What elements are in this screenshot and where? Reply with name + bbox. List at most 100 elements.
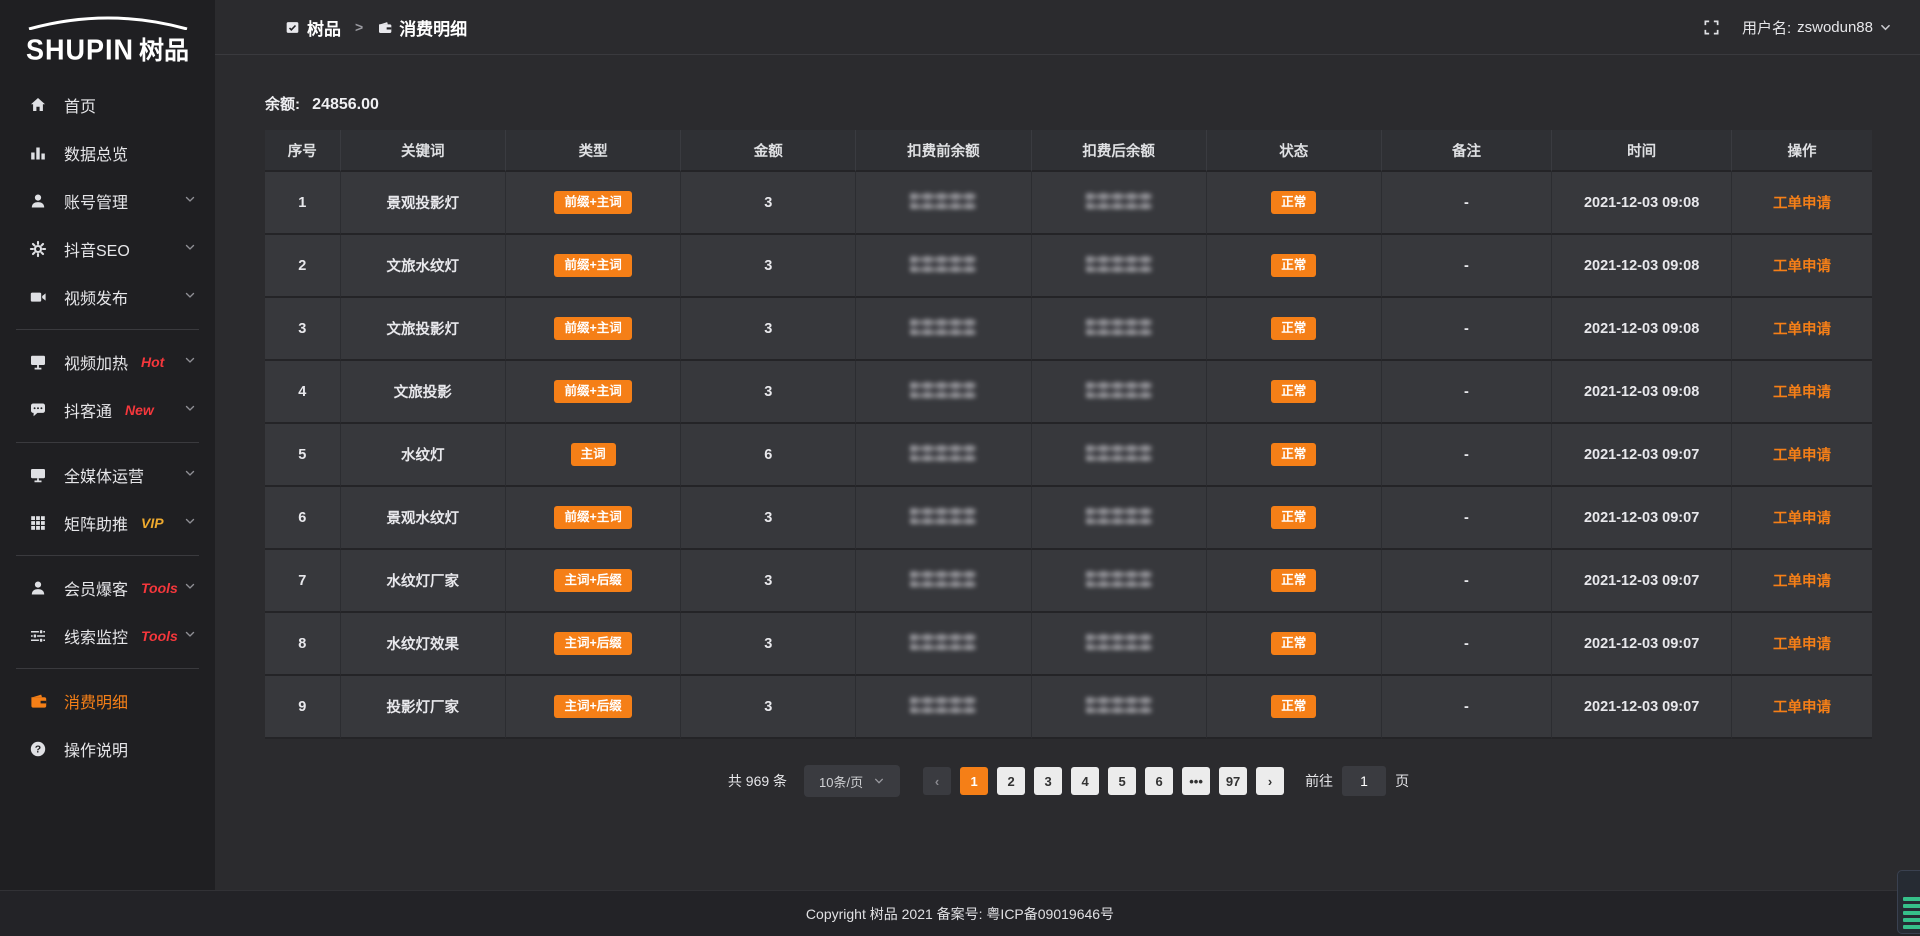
- cell-note: -: [1382, 235, 1552, 298]
- page-button-1[interactable]: 1: [960, 767, 988, 795]
- cell-status: 正常: [1207, 172, 1382, 235]
- fullscreen-button[interactable]: [1703, 19, 1720, 36]
- cell-time: 2021-12-03 09:07: [1552, 550, 1732, 613]
- cell-note: -: [1382, 550, 1552, 613]
- ticket-request-link[interactable]: 工单申请: [1773, 196, 1831, 212]
- floating-widget[interactable]: [1897, 870, 1920, 934]
- ticket-request-link[interactable]: 工单申请: [1773, 385, 1831, 401]
- column-header: 扣费前余额: [856, 130, 1031, 172]
- sidebar-item-video[interactable]: 视频发布: [0, 273, 215, 321]
- ticket-request-link[interactable]: 工单申请: [1773, 259, 1831, 275]
- cell-pre-balance: [856, 172, 1031, 235]
- ticket-request-link[interactable]: 工单申请: [1773, 511, 1831, 527]
- gear-icon: [28, 239, 48, 259]
- menu-tag: New: [125, 402, 154, 418]
- ticket-request-link[interactable]: 工单申请: [1773, 637, 1831, 653]
- username-label: 用户名:: [1742, 17, 1791, 38]
- breadcrumb-current[interactable]: 消费明细: [377, 15, 467, 40]
- page-size-select[interactable]: 10条/页: [804, 765, 900, 797]
- cell-post-balance: [1032, 235, 1207, 298]
- sidebar-item-chat[interactable]: 抖客通 New: [0, 386, 215, 434]
- cell-status: 正常: [1207, 361, 1382, 424]
- page-button-2[interactable]: 2: [997, 767, 1025, 795]
- cell-type: 前缀+主词: [506, 361, 681, 424]
- sidebar-item-label: 首页: [64, 93, 96, 117]
- question-icon: ?: [28, 739, 48, 759]
- cell-type: 主词+后缀: [506, 550, 681, 613]
- sidebar-item-chart[interactable]: 数据总览: [0, 129, 215, 177]
- cell-post-balance: [1032, 550, 1207, 613]
- page-button-97[interactable]: 97: [1219, 767, 1247, 795]
- balance-label: 余额:: [265, 96, 300, 113]
- status-badge: 正常: [1271, 380, 1316, 403]
- table-row: 3 文旅投影灯 前缀+主词 3 正常 - 2021-12-03 09:08 工单…: [265, 298, 1872, 361]
- cell-action: 工单申请: [1732, 487, 1872, 550]
- ticket-request-link[interactable]: 工单申请: [1773, 448, 1831, 464]
- cell-status: 正常: [1207, 298, 1382, 361]
- cell-index: 9: [265, 676, 341, 739]
- cell-index: 2: [265, 235, 341, 298]
- goto-page-input[interactable]: [1342, 766, 1386, 796]
- cell-post-balance: [1032, 361, 1207, 424]
- chevron-down-icon: [183, 466, 197, 485]
- home-icon: [28, 95, 48, 115]
- cell-post-balance: [1032, 487, 1207, 550]
- sidebar-item-user[interactable]: 账号管理: [0, 177, 215, 225]
- page-button-6[interactable]: 6: [1145, 767, 1173, 795]
- cell-amount: 3: [681, 550, 856, 613]
- logo-arc: [19, 16, 197, 30]
- table-row: 5 水纹灯 主词 6 正常 - 2021-12-03 09:07 工单申请: [265, 424, 1872, 487]
- ticket-request-link[interactable]: 工单申请: [1773, 322, 1831, 338]
- page-button-ellipsis[interactable]: •••: [1182, 767, 1210, 795]
- content: 余额: 24856.00 序号关键词类型金额扣费前余额扣费后余额状态备注时间操作…: [215, 55, 1920, 936]
- menu-tag: VIP: [141, 515, 164, 531]
- breadcrumb-home[interactable]: 树品: [285, 15, 341, 40]
- cell-note: -: [1382, 172, 1552, 235]
- cell-status: 正常: [1207, 424, 1382, 487]
- sidebar-item-home[interactable]: 首页: [0, 81, 215, 129]
- cell-note: -: [1382, 676, 1552, 739]
- user-menu[interactable]: 用户名: zswodun88: [1742, 17, 1892, 38]
- prev-page-button[interactable]: ‹: [923, 767, 951, 795]
- cell-amount: 3: [681, 235, 856, 298]
- breadcrumb: 树品 > 消费明细: [285, 15, 467, 40]
- next-page-button[interactable]: ›: [1256, 767, 1284, 795]
- sidebar-item-wallet[interactable]: 消费明细: [0, 677, 215, 725]
- sidebar-divider: [16, 668, 199, 669]
- page-button-5[interactable]: 5: [1108, 767, 1136, 795]
- main-area: 树品 > 消费明细 用户名: zswodun88: [215, 0, 1920, 936]
- page-button-4[interactable]: 4: [1071, 767, 1099, 795]
- sidebar-item-label: 抖客通: [64, 398, 112, 422]
- sidebar-item-member[interactable]: 会员爆客Tools: [0, 564, 215, 612]
- table-row: 9 投影灯厂家 主词+后缀 3 正常 - 2021-12-03 09:07 工单…: [265, 676, 1872, 739]
- cell-time: 2021-12-03 09:07: [1552, 676, 1732, 739]
- widget-stripe: [1903, 897, 1920, 901]
- type-badge: 主词+后缀: [554, 569, 631, 592]
- widget-stripe: [1903, 918, 1920, 922]
- sidebar-item-question[interactable]: ?操作说明: [0, 725, 215, 773]
- type-badge: 前缀+主词: [554, 191, 631, 214]
- sidebar-item-label: 视频发布: [64, 285, 128, 309]
- cell-time: 2021-12-03 09:07: [1552, 487, 1732, 550]
- ticket-request-link[interactable]: 工单申请: [1773, 574, 1831, 590]
- censored-value: [1086, 696, 1152, 713]
- chevron-down-icon: [873, 775, 885, 787]
- grid-icon: [28, 513, 48, 533]
- sidebar-item-monitor[interactable]: 全媒体运营: [0, 451, 215, 499]
- cell-index: 3: [265, 298, 341, 361]
- page-size-value: 10条/页: [819, 772, 863, 791]
- sidebar-item-heat[interactable]: 视频加热Hot: [0, 338, 215, 386]
- cell-post-balance: [1032, 676, 1207, 739]
- sidebar-item-label: 视频加热: [64, 350, 128, 374]
- page-button-3[interactable]: 3: [1034, 767, 1062, 795]
- sidebar-item-sliders[interactable]: 线索监控Tools: [0, 612, 215, 660]
- censored-value: [910, 192, 976, 209]
- ticket-request-link[interactable]: 工单申请: [1773, 700, 1831, 716]
- type-badge: 主词+后缀: [554, 632, 631, 655]
- sidebar-item-gear[interactable]: 抖音SEO: [0, 225, 215, 273]
- sidebar-item-grid[interactable]: 矩阵助推VIP: [0, 499, 215, 547]
- cell-pre-balance: [856, 550, 1031, 613]
- board-icon: [285, 20, 300, 35]
- breadcrumb-label: 树品: [307, 15, 341, 40]
- sidebar-item-label: 账号管理: [64, 189, 128, 213]
